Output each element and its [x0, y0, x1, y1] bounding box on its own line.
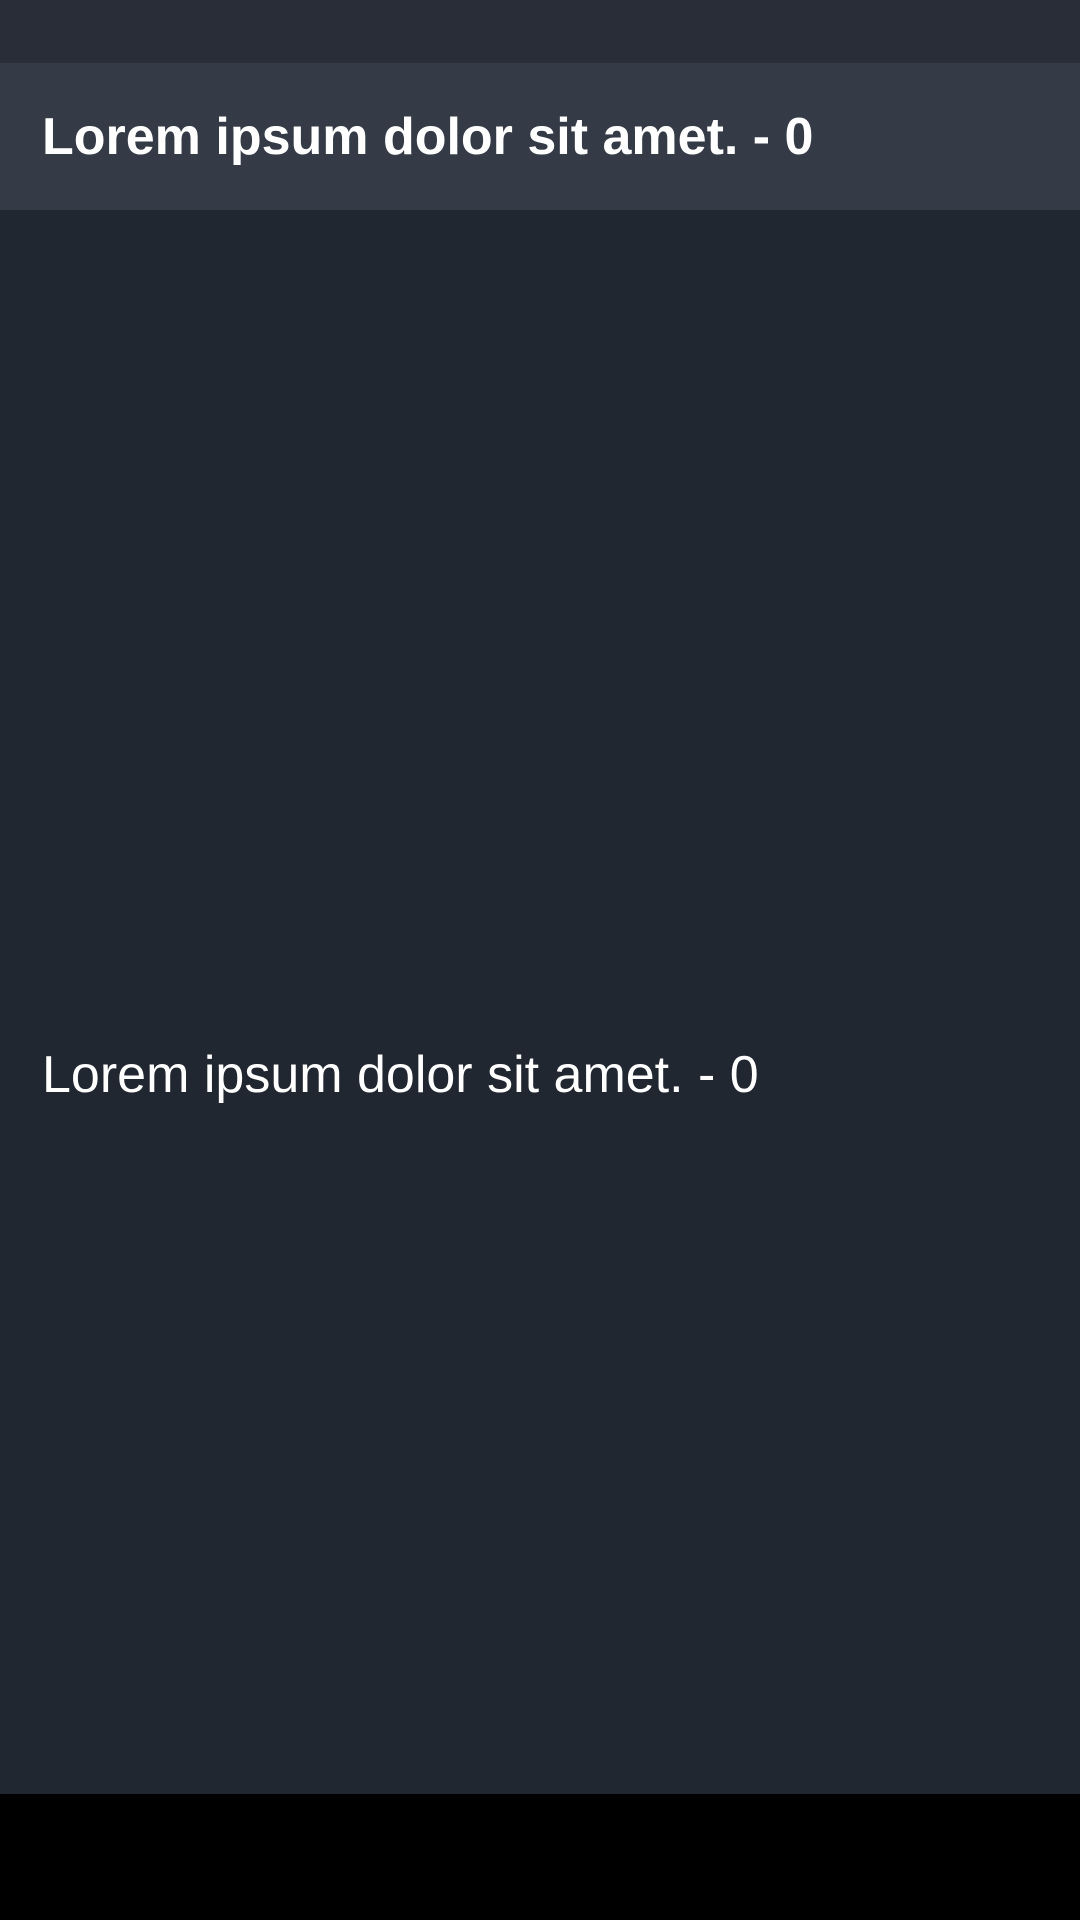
status-bar [0, 0, 1080, 63]
app-screen: Lorem ipsum dolor sit amet. - 0 Lorem ip… [0, 0, 1080, 1920]
navigation-bar [0, 1794, 1080, 1920]
app-bar: Lorem ipsum dolor sit amet. - 0 [0, 63, 1080, 210]
main-content: Lorem ipsum dolor sit amet. - 0 [0, 210, 1080, 1794]
app-bar-title: Lorem ipsum dolor sit amet. - 0 [42, 107, 814, 166]
content-text: Lorem ipsum dolor sit amet. - 0 [42, 1046, 759, 1104]
